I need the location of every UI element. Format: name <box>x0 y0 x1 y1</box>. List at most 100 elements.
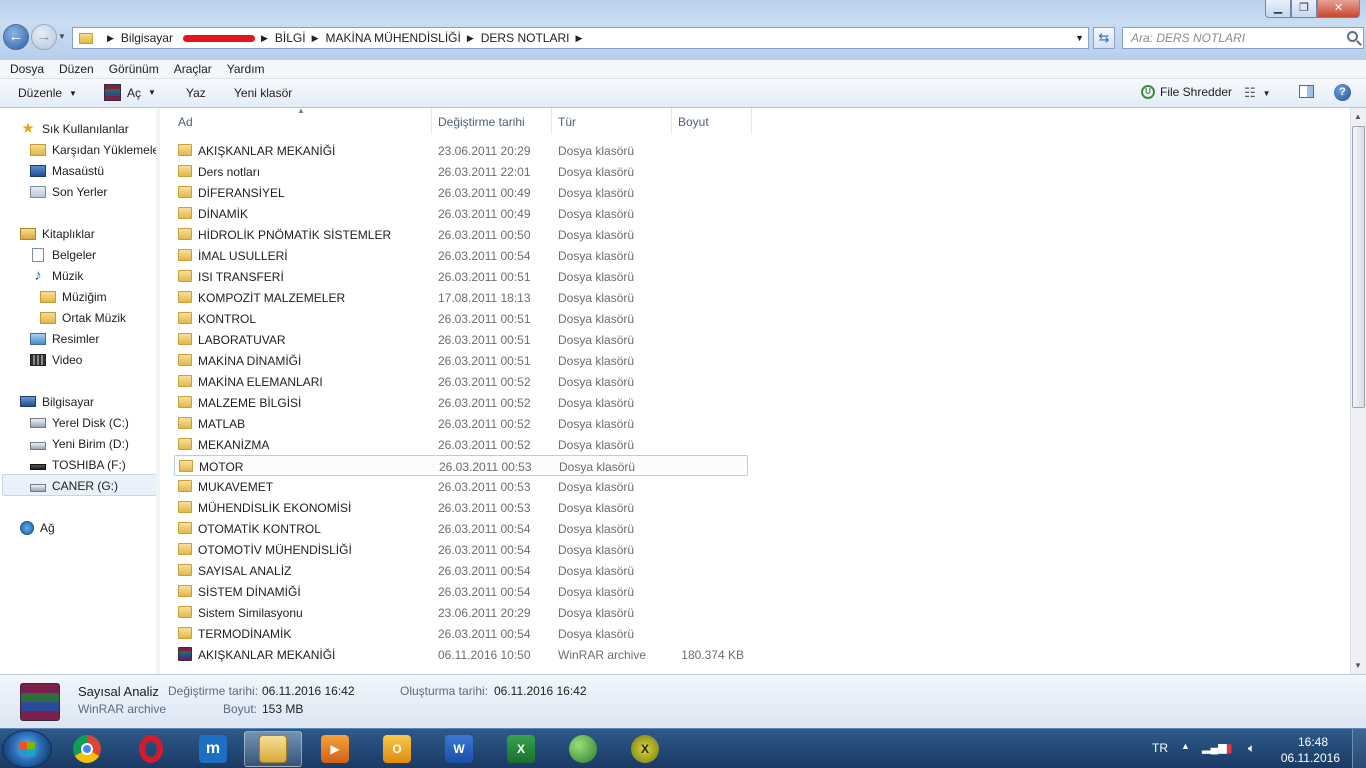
clock-date[interactable]: 06.11.2016 <box>1281 751 1340 765</box>
nav-pictures[interactable]: Resimler <box>30 328 99 349</box>
show-desktop-button[interactable] <box>1352 729 1366 768</box>
language-indicator[interactable]: TR <box>1152 741 1168 755</box>
view-options-button[interactable]: ☷ ▼ <box>1244 85 1271 101</box>
file-shredder-button[interactable]: U File Shredder <box>1141 85 1232 99</box>
menu-help[interactable]: Yardım <box>227 62 265 76</box>
file-row[interactable]: KOMPOZİT MALZEMELER 17.08.2011 18:13 Dosya… <box>174 287 748 308</box>
menu-view[interactable]: Görünüm <box>109 62 159 76</box>
column-header-name[interactable]: Ad <box>172 108 432 134</box>
start-button[interactable] <box>2 730 52 768</box>
file-row[interactable]: AKIŞKANLAR MEKANİĞİ 23.06.2011 20:29 Dosya… <box>174 140 748 161</box>
nav-network[interactable]: Ağ <box>20 517 55 538</box>
chevron-right-icon[interactable]: ▶ <box>312 33 319 44</box>
nav-computer[interactable]: Bilgisayar <box>20 391 94 412</box>
minimize-button[interactable]: ▁ <box>1265 0 1291 18</box>
nav-disk-c[interactable]: Yerel Disk (C:) <box>30 412 129 433</box>
breadcrumb-ders-notlari[interactable]: DERS NOTLARI <box>481 28 570 48</box>
forward-button[interactable]: → <box>31 24 57 50</box>
file-row[interactable]: Ders notları 26.03.2011 22:01 Dosya klasör… <box>174 161 748 182</box>
file-row[interactable]: MAKİNA DİNAMİĞİ 26.03.2011 00:51 Dosya kla… <box>174 350 748 371</box>
nav-libraries[interactable]: Kitaplıklar <box>20 223 95 244</box>
chevron-right-icon[interactable]: ▶ <box>261 33 268 44</box>
address-dropdown-icon[interactable]: ▼ <box>1075 33 1084 43</box>
refresh-button[interactable]: ⇆ <box>1093 27 1115 49</box>
file-row[interactable]: OTOMOTİV MÜHENDİSLİĞİ 26.03.2011 00:54 Dos… <box>174 539 748 560</box>
network-signal-icon[interactable]: ▂▄▆ <box>1202 741 1227 754</box>
scroll-down-icon[interactable]: ▼ <box>1354 661 1362 670</box>
nav-downloads[interactable]: Karşıdan Yüklemeler <box>30 139 158 160</box>
taskbar-app-opera[interactable] <box>122 731 180 767</box>
file-row[interactable]: Sistem Similasyonu 23.06.2011 20:29 Dosya … <box>174 602 748 623</box>
file-row[interactable]: SAYISAL ANALİZ 26.03.2011 00:54 Dosya klas… <box>174 560 748 581</box>
file-row[interactable]: DİFERANSİYEL 26.03.2011 00:49 Dosya klasör… <box>174 182 748 203</box>
file-row[interactable]: MAKİNA ELEMANLARI 26.03.2011 00:52 Dosya k… <box>174 371 748 392</box>
menu-file[interactable]: Dosya <box>10 62 44 76</box>
new-folder-button[interactable]: Yeni klasör <box>234 86 292 100</box>
taskbar-app-globe[interactable] <box>554 731 612 767</box>
clock-time[interactable]: 16:48 <box>1298 735 1328 749</box>
column-header-modified[interactable]: Değiştirme tarihi <box>432 108 552 134</box>
file-row[interactable]: MALZEME BİLGİSİ 26.03.2011 00:52 Dosya kla… <box>174 392 748 413</box>
taskbar-app-outlook[interactable]: O <box>368 731 426 767</box>
nav-my-music[interactable]: Müziğim <box>40 286 107 307</box>
file-row[interactable]: MUKAVEMET 26.03.2011 00:53 Dosya klasörü <box>174 476 748 497</box>
taskbar-app-media-player[interactable]: ▶ <box>306 731 364 767</box>
file-row[interactable]: DİNAMİK 26.03.2011 00:49 Dosya klasörü <box>174 203 748 224</box>
column-header-size[interactable]: Boyut <box>672 108 752 134</box>
chevron-right-icon[interactable]: ▶ <box>575 33 582 44</box>
scrollbar-thumb[interactable] <box>1352 126 1365 408</box>
taskbar-app-excel[interactable]: X <box>492 731 550 767</box>
nav-video[interactable]: Video <box>30 349 82 370</box>
scroll-up-icon[interactable]: ▲ <box>1354 112 1362 121</box>
file-row[interactable]: MEKANİZMA 26.03.2011 00:52 Dosya klasörü <box>174 434 748 455</box>
nav-favorites[interactable]: ★ Sık Kullanılanlar <box>20 118 128 139</box>
taskbar-app-explorer[interactable] <box>244 731 302 767</box>
nav-disk-g[interactable]: CANER (G:) <box>30 475 118 496</box>
show-hidden-icons-icon[interactable]: ▲ <box>1181 741 1190 751</box>
file-row[interactable]: KONTROL 26.03.2011 00:51 Dosya klasörü <box>174 308 748 329</box>
nav-public-music[interactable]: Ortak Müzik <box>40 307 126 328</box>
chevron-right-icon[interactable]: ▶ <box>467 33 474 44</box>
breadcrumb-bilgi[interactable]: BİLGİ <box>275 28 306 48</box>
burn-button[interactable]: Yaz <box>186 86 206 100</box>
taskbar-app-maxthon[interactable]: m <box>184 731 242 767</box>
nav-recent[interactable]: Son Yerler <box>30 181 107 202</box>
file-row[interactable]: MOTOR 26.03.2011 00:53 Dosya klasörü <box>174 455 748 476</box>
file-row[interactable]: SİSTEM DİNAMİĞİ 26.03.2011 00:54 Dosya kla… <box>174 581 748 602</box>
nav-desktop[interactable]: Masaüstü <box>30 160 104 181</box>
close-button[interactable]: ✕ <box>1317 0 1360 18</box>
nav-documents[interactable]: Belgeler <box>30 244 96 265</box>
file-row[interactable]: TERMODİNAMİK 26.03.2011 00:54 Dosya klasör… <box>174 623 748 644</box>
volume-icon[interactable]: 🔈︎ <box>1248 741 1255 756</box>
file-row[interactable]: İMAL USULLERİ 26.03.2011 00:54 Dosya klasö… <box>174 245 748 266</box>
nav-music[interactable]: ♪ Müzik <box>30 265 83 286</box>
taskbar-app-word[interactable]: W <box>430 731 488 767</box>
help-button[interactable]: ? <box>1334 84 1351 101</box>
file-row[interactable]: AKIŞKANLAR MEKANİĞİ 06.11.2016 10:50 WinRA… <box>174 644 748 665</box>
open-button[interactable]: Aç ▼ <box>104 84 156 101</box>
preview-pane-button[interactable] <box>1299 85 1314 98</box>
file-row[interactable]: OTOMATİK KONTROL 26.03.2011 00:54 Dosya kl… <box>174 518 748 539</box>
nav-disk-d[interactable]: Yeni Birim (D:) <box>30 433 129 454</box>
back-button[interactable]: ← <box>3 24 29 50</box>
file-row[interactable]: ISI TRANSFERİ 26.03.2011 00:51 Dosya klasö… <box>174 266 748 287</box>
vertical-scrollbar[interactable]: ▲ ▼ <box>1350 108 1366 674</box>
battery-warning-icon[interactable]: ▮ <box>1226 741 1233 755</box>
taskbar-app-x[interactable]: X <box>616 731 674 767</box>
file-row[interactable]: MATLAB 26.03.2011 00:52 Dosya klasörü <box>174 413 748 434</box>
address-bar[interactable]: ▶ Bilgisayar ▶ BİLGİ ▶ MAKİNA MÜHENDİSLİ… <box>72 27 1089 49</box>
file-row[interactable]: LABORATUVAR 26.03.2011 00:51 Dosya klasörü <box>174 329 748 350</box>
nav-disk-f[interactable]: TOSHIBA (F:) <box>30 454 126 475</box>
breadcrumb-computer[interactable]: Bilgisayar <box>121 28 255 48</box>
menu-edit[interactable]: Düzen <box>59 62 94 76</box>
chevron-right-icon[interactable]: ▶ <box>107 33 114 44</box>
search-input[interactable]: Ara: DERS NOTLARI <box>1122 27 1364 49</box>
file-row[interactable]: MÜHENDİSLİK EKONOMİSİ 26.03.2011 00:53 Dos… <box>174 497 748 518</box>
taskbar-app-chrome[interactable] <box>58 731 116 767</box>
search-icon[interactable] <box>1347 31 1358 42</box>
menu-tools[interactable]: Araçlar <box>174 62 212 76</box>
breadcrumb-makina[interactable]: MAKİNA MÜHENDİSLİĞİ <box>325 28 460 48</box>
column-header-type[interactable]: Tür <box>552 108 672 134</box>
recent-pages-dropdown[interactable]: ▼ <box>58 32 66 41</box>
maximize-button[interactable]: ❐ <box>1291 0 1317 18</box>
